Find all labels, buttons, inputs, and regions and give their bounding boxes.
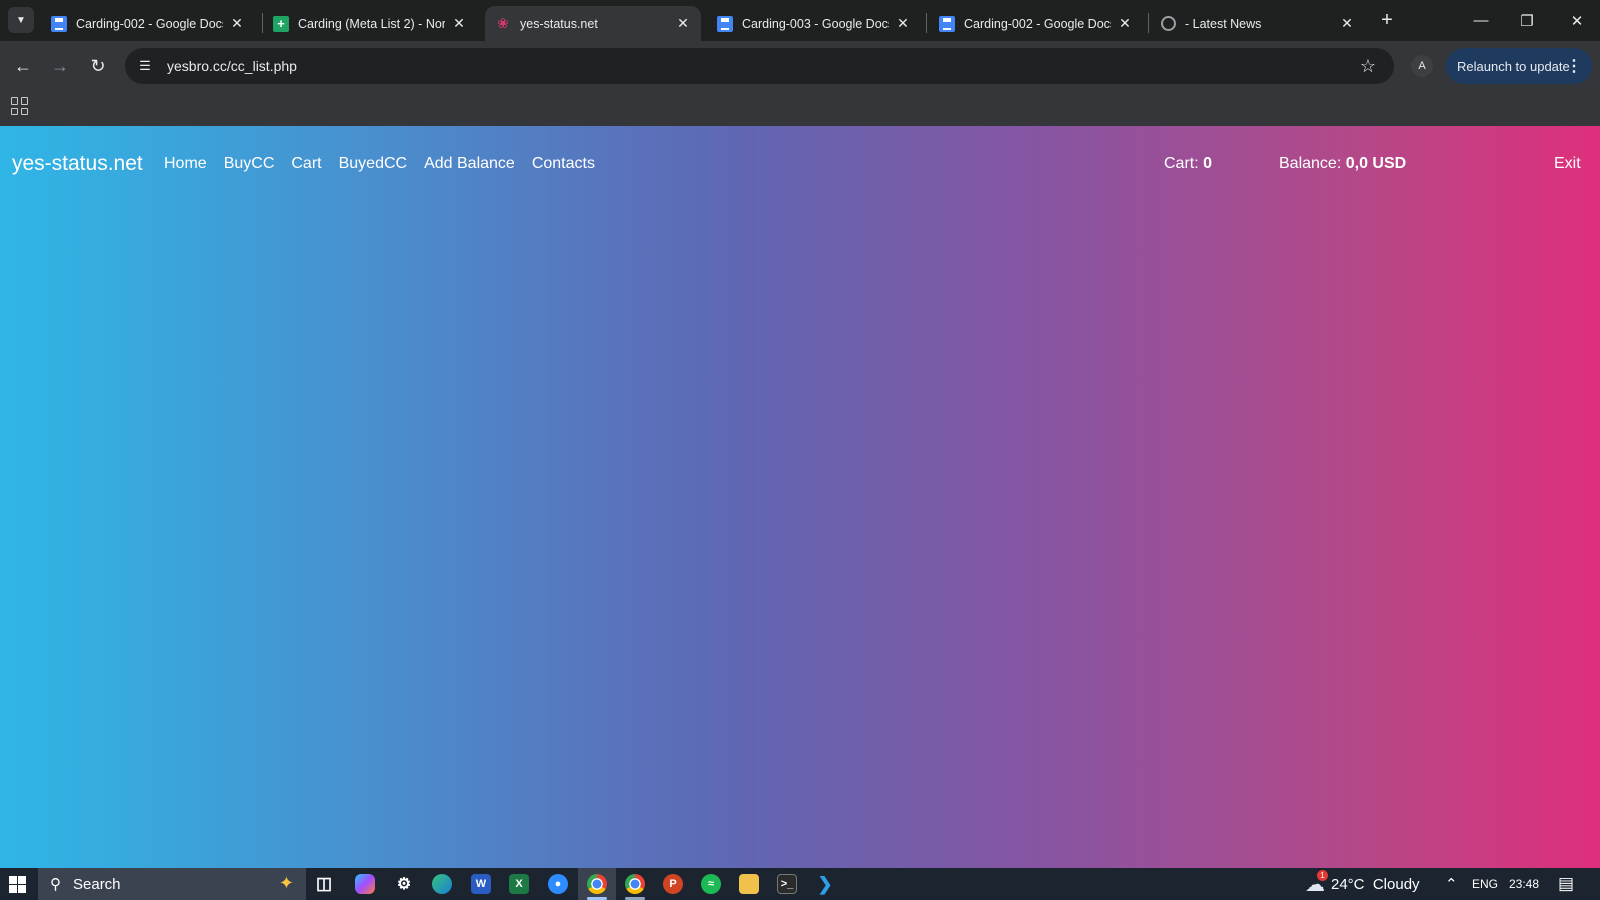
- tab-latest-news[interactable]: - Latest News ✕: [1151, 6, 1365, 41]
- settings-icon[interactable]: ⚙: [394, 874, 414, 894]
- site-brand-link[interactable]: yes-status.net: [12, 152, 143, 176]
- close-icon[interactable]: ✕: [229, 15, 245, 32]
- tab-title: Carding-002 - Google Docs: [964, 16, 1111, 31]
- globe-icon: [1161, 16, 1176, 31]
- chrome-icon[interactable]: [587, 874, 607, 894]
- restore-button[interactable]: ❐: [1504, 0, 1550, 41]
- copilot-icon[interactable]: [355, 874, 375, 894]
- tab-title: Carding-002 - Google Docs: [76, 16, 223, 31]
- search-icon: ⚲: [50, 876, 61, 893]
- relaunch-label: Relaunch to update: [1457, 58, 1570, 74]
- address-bar[interactable]: ☰ yesbro.cc/cc_list.php ☆: [125, 48, 1394, 84]
- nav-link-buyedcc[interactable]: BuyedCC: [339, 155, 407, 173]
- notification-icon[interactable]: ▤: [1558, 868, 1574, 900]
- close-icon[interactable]: ✕: [675, 15, 691, 32]
- cart-count: 0: [1203, 155, 1213, 172]
- weather-widget[interactable]: ☁ 1 24°C Cloudy: [1305, 868, 1420, 900]
- palm-tree-icon: ❀: [497, 15, 509, 31]
- edge-icon[interactable]: [432, 874, 452, 894]
- close-icon[interactable]: ✕: [451, 15, 467, 32]
- terminal-icon[interactable]: >_: [777, 874, 797, 894]
- clock[interactable]: 23:48: [1509, 868, 1539, 900]
- tab-carding-002-docs-2[interactable]: Carding-002 - Google Docs ✕: [929, 6, 1143, 41]
- page-content: yes-status.net Home BuyCC Cart BuyedCC A…: [0, 126, 1600, 868]
- cloud-icon: ☁ 1: [1305, 869, 1328, 897]
- more-vert-icon[interactable]: ⋮: [1566, 56, 1582, 76]
- site-info-icon[interactable]: ☰: [133, 54, 157, 78]
- google-docs-icon: [939, 15, 955, 32]
- site-navbar: yes-status.net Home BuyCC Cart BuyedCC A…: [0, 126, 1600, 186]
- balance-value: 0,0 USD: [1345, 155, 1407, 172]
- tab-search-button[interactable]: ▼: [8, 7, 34, 33]
- google-docs-icon: [51, 15, 67, 32]
- zoom-icon[interactable]: ●: [548, 874, 568, 894]
- tab-separator: [926, 13, 927, 33]
- chrome-icon[interactable]: [625, 874, 645, 894]
- tab-title: Carding-003 - Google Docs: [742, 16, 889, 31]
- nav-link-buycc[interactable]: BuyCC: [224, 155, 275, 173]
- tab-yes-status[interactable]: ❀ yes-status.net ✕: [485, 6, 701, 41]
- task-view-icon[interactable]: ◫: [314, 874, 334, 894]
- site-nav-links: Home BuyCC Cart BuyedCC Add Balance Cont…: [164, 155, 612, 173]
- weather-text: 24°C Cloudy: [1331, 875, 1420, 893]
- windows-taskbar: ⚲ Search ✦ ◫ ⚙ W X ● P ≈ >_ ❯ ☁ 1 24°C C…: [0, 868, 1600, 900]
- url-text[interactable]: yesbro.cc/cc_list.php: [167, 58, 1356, 74]
- weather-alert-badge: 1: [1317, 869, 1328, 881]
- cart-label: Cart:: [1164, 155, 1199, 172]
- nav-link-add-balance[interactable]: Add Balance: [424, 155, 515, 173]
- tab-title: yes-status.net: [520, 16, 598, 31]
- vscode-icon[interactable]: ❯: [815, 874, 835, 894]
- show-hidden-icons-icon[interactable]: ⌃: [1445, 868, 1458, 900]
- minimize-button[interactable]: —: [1458, 0, 1504, 41]
- file-explorer-icon[interactable]: [739, 874, 759, 894]
- google-sheets-icon: [273, 15, 289, 32]
- windows-start-icon[interactable]: [9, 876, 26, 893]
- taskbar-search-placeholder: Search: [73, 875, 121, 893]
- reload-button[interactable]: ↻: [85, 53, 111, 79]
- profile-avatar[interactable]: A: [1411, 55, 1433, 77]
- apps-grid-icon[interactable]: [11, 97, 29, 115]
- browser-tab-strip: ▼ Carding-002 - Google Docs ✕ Carding (M…: [0, 0, 1600, 41]
- balance-label: Balance:: [1279, 155, 1342, 172]
- taskbar-search[interactable]: ⚲ Search ✦: [38, 868, 306, 900]
- tab-carding-003-docs[interactable]: Carding-003 - Google Docs ✕: [707, 6, 921, 41]
- tab-title: Carding (Meta List 2) - Nor: [298, 16, 445, 31]
- tab-carding-meta-list-sheets[interactable]: Carding (Meta List 2) - Nor ✕: [263, 6, 477, 41]
- new-tab-button[interactable]: +: [1375, 8, 1399, 32]
- tab-separator: [1148, 13, 1149, 33]
- exit-link[interactable]: Exit: [1554, 155, 1581, 173]
- close-window-button[interactable]: ✕: [1554, 0, 1600, 41]
- google-docs-icon: [717, 15, 733, 32]
- forward-button[interactable]: →: [47, 53, 73, 79]
- bookmark-star-icon[interactable]: ☆: [1356, 54, 1380, 78]
- nav-link-home[interactable]: Home: [164, 155, 207, 173]
- balance-status: Balance: 0,0 USD: [1279, 155, 1406, 173]
- close-icon[interactable]: ✕: [895, 15, 911, 32]
- close-icon[interactable]: ✕: [1117, 15, 1133, 32]
- tab-title: - Latest News: [1185, 16, 1262, 31]
- browser-toolbar: ← → ↻ ☰ yesbro.cc/cc_list.php ☆ A Relaun…: [0, 41, 1600, 91]
- nav-link-cart[interactable]: Cart: [291, 155, 321, 173]
- bookmarks-bar: [0, 91, 1600, 126]
- language-indicator[interactable]: ENG: [1472, 868, 1498, 900]
- copilot-sparkle-icon: ✦: [278, 873, 294, 893]
- powerpoint-icon[interactable]: P: [663, 874, 683, 894]
- word-icon[interactable]: W: [471, 874, 491, 894]
- relaunch-to-update-button[interactable]: Relaunch to update ⋮: [1446, 48, 1592, 84]
- cart-status: Cart: 0: [1164, 155, 1212, 173]
- close-icon[interactable]: ✕: [1339, 15, 1355, 32]
- tab-carding-002-docs[interactable]: Carding-002 - Google Docs ✕: [41, 6, 255, 41]
- back-button[interactable]: ←: [10, 53, 36, 79]
- spotify-icon[interactable]: ≈: [701, 874, 721, 894]
- chevron-down-icon: ▼: [16, 14, 26, 26]
- excel-icon[interactable]: X: [509, 874, 529, 894]
- nav-link-contacts[interactable]: Contacts: [532, 155, 595, 173]
